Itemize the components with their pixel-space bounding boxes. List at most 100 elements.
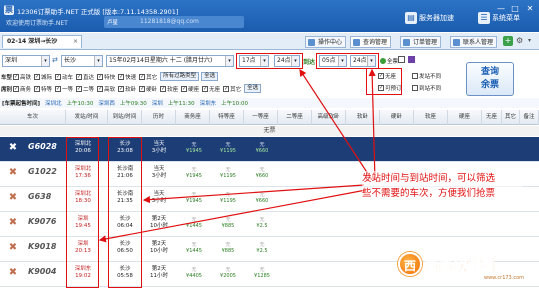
filter-checkbox[interactable]: ✓ 硬座 [181, 85, 199, 93]
seat-cell[interactable]: 无 ¥885 [214, 216, 242, 229]
train-status-icon[interactable]: ✖ [8, 193, 18, 203]
column-header[interactable]: 无座 [482, 110, 502, 125]
station-name[interactable]: 深圳东 [200, 99, 217, 107]
train-status-icon[interactable]: ✖ [8, 218, 18, 228]
column-header[interactable]: 软卧 [346, 110, 380, 125]
filter-checkbox[interactable]: ✓ 高铁 [13, 73, 31, 81]
column-header[interactable]: 历时 [142, 110, 176, 125]
filter-checkbox[interactable]: ✓ 动车 [55, 73, 73, 81]
filter-checkbox[interactable]: ✓ 二等 [76, 85, 94, 93]
column-header[interactable]: 二等座 [278, 110, 312, 125]
column-header[interactable]: 到站/时间 [108, 110, 142, 125]
filter-checkbox[interactable]: ✓ 特等 [34, 85, 52, 93]
train-number[interactable]: G638 [28, 192, 51, 201]
date-picker[interactable]: 15年02月14日星期六 十二 (腊月廿六) ▾ [106, 55, 234, 67]
column-header[interactable]: 一等座 [244, 110, 278, 125]
seat-cell[interactable]: 无 ¥1945 [180, 166, 208, 179]
column-header[interactable]: 车次 [0, 110, 66, 125]
minimize-button[interactable]: — [494, 3, 508, 14]
train-status-icon[interactable]: ✖ [8, 268, 18, 278]
filter-checkbox[interactable]: ✓ 其它 [139, 73, 157, 81]
availability: 无 [225, 267, 231, 273]
tab-query-shenzhen-changsha[interactable]: 02-14 深圳→长沙 × [2, 35, 82, 48]
filter-checkbox[interactable]: ✓ 高软 [97, 85, 115, 93]
close-button[interactable]: ✕ [523, 3, 537, 14]
arrive-station-differ-checkbox[interactable]: 到站不同 [412, 84, 444, 92]
select-all-button[interactable]: 全选 [244, 84, 262, 93]
filter-checkbox[interactable]: ✓ 软座 [160, 85, 178, 93]
column-header[interactable]: 特等座 [210, 110, 244, 125]
seat-cell[interactable]: 无 ¥1195 [214, 141, 242, 154]
column-header[interactable]: 商务座 [176, 110, 210, 125]
color-indicator-icon [408, 56, 415, 63]
column-header[interactable]: 硬座 [448, 110, 482, 125]
full-ticket-radio[interactable]: 全票 [380, 57, 398, 65]
filter-checkbox[interactable]: ✓ 商务 [13, 85, 31, 93]
chevron-down-icon[interactable]: ▾ [528, 37, 531, 44]
dropdown-icon: ▾ [94, 56, 102, 66]
filter-checkbox[interactable]: ✓ 软卧 [118, 85, 136, 93]
column-header[interactable]: 软座 [414, 110, 448, 125]
column-header[interactable]: 备注 [520, 110, 539, 125]
settings-gear-icon[interactable]: ⚙ [516, 36, 523, 45]
column-header[interactable]: 高级软卧 [312, 110, 346, 125]
filter-checkbox[interactable]: ✓ 一等 [55, 85, 73, 93]
seat-cell[interactable]: 无 ¥1195 [214, 191, 242, 204]
pass-through-filter-select[interactable]: 所有过路类型 [160, 72, 200, 81]
tab-operation-center[interactable]: 操作中心 [305, 36, 347, 48]
price: ¥2.5 [256, 223, 268, 229]
seat-cell[interactable]: 无 ¥1195 [214, 166, 242, 179]
train-status-icon[interactable]: ✖ [8, 168, 18, 178]
server-speed-button[interactable]: ▤ 服务器加速 [405, 12, 454, 24]
train-number[interactable]: K9018 [28, 242, 56, 251]
student-checkbox[interactable] [398, 56, 405, 63]
station-name[interactable]: 深圳西 [98, 99, 115, 107]
seat-cell[interactable]: 无 ¥4405 [180, 266, 208, 279]
close-tab-icon[interactable]: × [73, 36, 78, 48]
seat-cell[interactable]: 无 ¥660 [248, 166, 276, 179]
train-number[interactable]: K9076 [28, 217, 56, 226]
seat-cell[interactable]: 无 ¥2.5 [248, 216, 276, 229]
seat-cell[interactable]: 无 ¥1945 [180, 141, 208, 154]
station-name[interactable]: 深圳北 [45, 99, 62, 107]
filter-checkbox[interactable]: ✓ 硬卧 [139, 85, 157, 93]
seat-cell[interactable]: 无 ¥1945 [180, 191, 208, 204]
depart-station-differ-checkbox[interactable]: 发站不同 [412, 72, 444, 80]
swap-stations-icon[interactable]: ⇄ [52, 56, 58, 64]
column-header[interactable]: 硬卧 [380, 110, 414, 125]
duration-cell: 第2天 10小时 [146, 216, 172, 230]
filter-checkbox[interactable]: ✓ 城际 [34, 73, 52, 81]
filter-checkbox[interactable]: ✓ 其它 [223, 85, 241, 93]
seat-cell[interactable]: 无 ¥2.5 [248, 241, 276, 254]
tab-contacts-management[interactable]: 联系人管理 [450, 36, 498, 48]
train-number[interactable]: G1022 [28, 167, 57, 176]
account-box[interactable]: 卢星 11281818@qq.com [104, 16, 244, 28]
column-header[interactable]: 其它 [502, 110, 520, 125]
filter-checkbox[interactable]: ✓ 直达 [76, 73, 94, 81]
to-station-input[interactable]: 长沙 ▾ [61, 55, 103, 67]
tab-order-management[interactable]: 订单管理 [400, 36, 442, 48]
seat-cell[interactable]: 无 ¥885 [214, 241, 242, 254]
seat-cell[interactable]: 无 ¥1285 [248, 266, 276, 279]
train-number[interactable]: K9004 [28, 267, 56, 276]
tab-query-management[interactable]: 查询管理 [350, 36, 392, 48]
maximize-button[interactable]: □ [508, 3, 522, 14]
train-number[interactable]: G6028 [28, 142, 57, 151]
seat-cell[interactable]: 无 ¥1445 [180, 241, 208, 254]
filter-checkbox[interactable]: ✓ 无座 [202, 85, 220, 93]
filter-checkbox[interactable]: ✓ 特快 [97, 73, 115, 81]
train-status-icon[interactable]: ✖ [8, 143, 18, 153]
seat-cell[interactable]: 无 ¥660 [248, 141, 276, 154]
column-header[interactable]: 发站/时间 [66, 110, 108, 125]
query-tickets-button[interactable]: 查询 余票 [466, 62, 514, 96]
seat-cell[interactable]: 无 ¥660 [248, 191, 276, 204]
seat-cell[interactable]: 无 ¥2005 [214, 266, 242, 279]
station-name[interactable]: 深圳 [152, 99, 163, 107]
add-tab-icon[interactable]: + [503, 36, 513, 46]
from-station-input[interactable]: 深圳 ▾ [2, 55, 50, 67]
train-status-icon[interactable]: ✖ [8, 243, 18, 253]
select-all-button[interactable]: 全选 [201, 72, 219, 81]
app-title: 12306订票助手.NET 正式版 [版本:7.11.14358.2901] [17, 8, 179, 16]
seat-cell[interactable]: 无 ¥1445 [180, 216, 208, 229]
filter-checkbox[interactable]: ✓ 快速 [118, 73, 136, 81]
